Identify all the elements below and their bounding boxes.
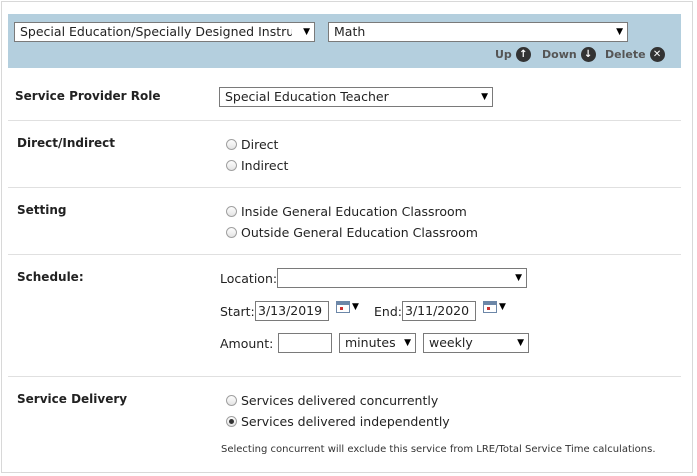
amount-label: Amount:	[220, 336, 274, 351]
end-label: End:	[374, 304, 402, 319]
indirect-radio-option[interactable]: Indirect	[226, 158, 288, 173]
inside-classroom-label: Inside General Education Classroom	[241, 204, 467, 219]
service-type-value: Special Education/Specially Designed Ins…	[20, 24, 292, 39]
subject-select[interactable]: Math ▼	[328, 22, 628, 42]
close-icon: ✕	[649, 47, 665, 62]
unit-select[interactable]: minutes ▼	[339, 333, 416, 353]
concurrent-label: Services delivered concurrently	[241, 393, 439, 408]
chevron-down-icon: ▼	[517, 338, 524, 348]
provider-role-select[interactable]: Special Education Teacher ▼	[219, 87, 493, 107]
unit-value: minutes	[345, 335, 396, 350]
provider-role-value: Special Education Teacher	[225, 89, 389, 104]
divider	[8, 376, 681, 377]
direct-radio-label: Direct	[241, 137, 279, 152]
calendar-icon	[336, 301, 350, 313]
independent-option[interactable]: Services delivered independently	[226, 414, 450, 429]
divider	[8, 187, 681, 188]
setting-label: Setting	[17, 203, 67, 217]
chevron-down-icon: ▼	[404, 338, 411, 348]
provider-role-label: Service Provider Role	[15, 89, 161, 103]
down-button[interactable]: Down ↓	[542, 47, 596, 62]
end-date-input[interactable]: 3/11/2020	[402, 301, 476, 321]
direct-indirect-label: Direct/Indirect	[17, 136, 115, 150]
caret-down-icon: ▼	[499, 302, 506, 312]
start-date-input[interactable]: 3/13/2019	[255, 301, 329, 321]
amount-input[interactable]	[278, 333, 332, 353]
calendar-icon	[483, 301, 497, 313]
direct-radio-option[interactable]: Direct	[226, 137, 278, 152]
divider	[8, 120, 681, 121]
independent-radio[interactable]	[226, 416, 237, 427]
direct-radio[interactable]	[226, 139, 237, 150]
service-type-select[interactable]: Special Education/Specially Designed Ins…	[14, 22, 315, 42]
chevron-down-icon: ▼	[303, 27, 310, 37]
schedule-label: Schedule:	[17, 270, 84, 284]
service-delivery-label: Service Delivery	[17, 392, 128, 406]
start-date-picker[interactable]: ▼	[336, 301, 359, 313]
subject-value: Math	[334, 24, 366, 39]
outside-classroom-label: Outside General Education Classroom	[241, 225, 478, 240]
indirect-radio[interactable]	[226, 160, 237, 171]
chevron-down-icon: ▼	[515, 273, 522, 283]
delete-label: Delete	[605, 48, 646, 61]
start-label: Start:	[220, 304, 255, 319]
up-button[interactable]: Up ↑	[495, 47, 531, 62]
location-label: Location:	[220, 271, 278, 286]
frequency-value: weekly	[429, 335, 473, 350]
outside-classroom-option[interactable]: Outside General Education Classroom	[226, 225, 478, 240]
caret-down-icon: ▼	[352, 302, 359, 312]
frequency-select[interactable]: weekly ▼	[423, 333, 529, 353]
inside-classroom-option[interactable]: Inside General Education Classroom	[226, 204, 467, 219]
concurrent-note: Selecting concurrent will exclude this s…	[221, 444, 656, 455]
location-select[interactable]: ▼	[277, 268, 527, 288]
chevron-down-icon: ▼	[616, 27, 623, 37]
outside-classroom-radio[interactable]	[226, 227, 237, 238]
divider	[8, 254, 681, 255]
down-label: Down	[542, 48, 577, 61]
delete-button[interactable]: Delete ✕	[605, 47, 665, 62]
arrow-down-icon: ↓	[580, 47, 596, 62]
arrow-up-icon: ↑	[515, 47, 531, 62]
chevron-down-icon: ▼	[481, 92, 488, 102]
inside-classroom-radio[interactable]	[226, 206, 237, 217]
end-date-picker[interactable]: ▼	[483, 301, 506, 313]
independent-label: Services delivered independently	[241, 414, 450, 429]
indirect-radio-label: Indirect	[241, 158, 289, 173]
concurrent-radio[interactable]	[226, 395, 237, 406]
concurrent-option[interactable]: Services delivered concurrently	[226, 393, 438, 408]
up-label: Up	[495, 48, 512, 61]
